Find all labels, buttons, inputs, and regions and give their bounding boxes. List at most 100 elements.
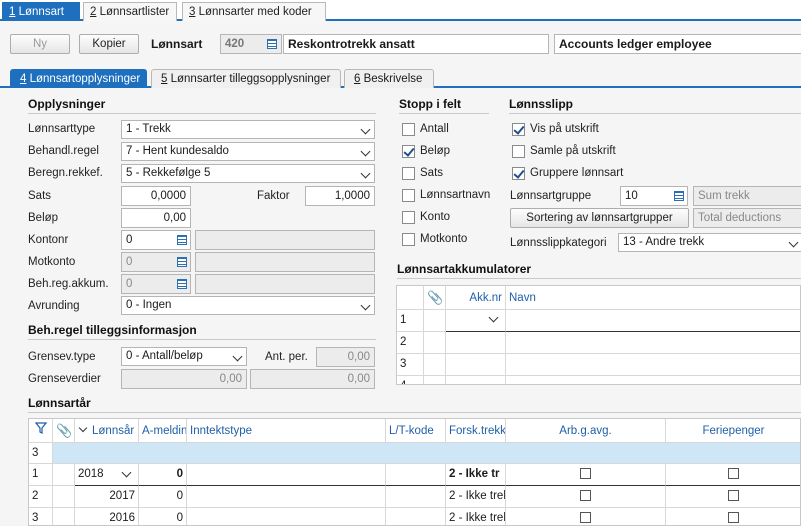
lt-kode-cell[interactable] <box>386 486 446 508</box>
tab-lonnsartopplysninger[interactable]: 4 Lønnsartopplysninger <box>10 69 147 88</box>
sats-field[interactable]: 0,0000 <box>121 186 191 206</box>
paperclip-icon[interactable]: 📎 <box>424 286 446 310</box>
tab-lonnsart[interactable]: 1 Lønnsart <box>2 2 80 21</box>
stopp-antall-checkbox[interactable] <box>402 123 415 136</box>
tab-lonnsarter-med-koder[interactable]: 3 Lønnsarter med koder <box>182 2 326 21</box>
grid-cell <box>424 376 446 384</box>
forsk-trekk-cell[interactable]: 2 - Ikke tr <box>446 464 506 486</box>
stopp-i-felt-title: Stopp i felt <box>399 97 461 111</box>
row-number: 3 <box>397 354 424 376</box>
feriepenger-checkbox[interactable] <box>666 464 800 486</box>
stopp-motkonto-label: Motkonto <box>420 233 468 245</box>
stopp-motkonto-checkbox[interactable] <box>402 233 415 246</box>
lt-kode-cell[interactable] <box>386 464 446 486</box>
lonnsartgruppe-name-field: Sum trekk <box>693 186 801 206</box>
tab-beskrivelse[interactable]: 6 Beskrivelse <box>344 69 434 88</box>
grensev-type-select[interactable]: 0 - Antall/beløp <box>121 347 247 366</box>
akkumulatorer-divider <box>397 278 801 279</box>
new-button[interactable]: Ny <box>10 34 70 54</box>
lonnsartar-divider <box>28 412 801 413</box>
lonnsarttype-select[interactable]: 1 - Trekk <box>121 120 375 139</box>
grid-corner <box>397 286 424 310</box>
copy-button[interactable]: Kopier <box>79 34 139 54</box>
arb-g-avg-checkbox[interactable] <box>506 464 666 486</box>
col-akknr[interactable]: Akk.nr <box>446 286 506 310</box>
lonnsslippkategori-label: Lønnsslippkategori <box>510 237 607 249</box>
tab-tilleggsopplysninger[interactable]: 5 Lønnsarter tilleggsopplysninger <box>151 69 341 88</box>
tillegg-title: Beh.regel tilleggsinformasjon <box>28 323 197 337</box>
lonnsslippkategori-select[interactable]: 13 - Andre trekk <box>618 233 801 252</box>
gruppere-lonnsart-checkbox[interactable] <box>512 167 525 180</box>
lonnsslipp-divider <box>509 113 801 114</box>
row-number: 2 <box>29 486 53 508</box>
grid-cell <box>506 376 800 384</box>
lonnsart-name-field[interactable]: Reskontrotrekk ansatt <box>283 34 549 54</box>
lonnsart-english-name-field[interactable]: Accounts ledger employee <box>554 34 801 54</box>
list-lookup-icon[interactable] <box>175 277 189 291</box>
lonnsar-cell[interactable]: 2017 <box>75 486 139 508</box>
sort-desc-icon <box>78 423 88 433</box>
a-melding-cell[interactable]: 0 <box>139 486 187 508</box>
new-row-bar[interactable] <box>53 443 800 464</box>
chevron-down-icon <box>360 146 371 157</box>
vis-pa-utskrift-checkbox[interactable] <box>512 123 525 136</box>
lonnsar-cell[interactable]: 2016 <box>75 508 139 525</box>
stopp-lonnsartnavn-checkbox[interactable] <box>402 189 415 202</box>
sats-label: Sats <box>28 190 52 202</box>
col-arb-g-avg[interactable]: Arb.g.avg. <box>506 419 666 443</box>
feriepenger-checkbox[interactable] <box>666 508 800 525</box>
lonnsar-select-cell[interactable]: 2018 <box>75 464 139 486</box>
col-navn[interactable]: Navn <box>506 286 800 310</box>
col-feriepenger[interactable]: Feriepenger <box>666 419 800 443</box>
tab-lonnsartlister[interactable]: 2 Lønnsartlister <box>83 2 177 21</box>
ant-per-field[interactable]: 0,00 <box>316 347 375 367</box>
lt-kode-cell[interactable] <box>386 508 446 525</box>
forsk-trekk-cell[interactable]: 2 - Ikke trek <box>446 508 506 525</box>
list-lookup-icon[interactable] <box>175 233 189 247</box>
a-melding-cell[interactable]: 0 <box>139 508 187 525</box>
kontonr-label: Kontonr <box>28 234 69 246</box>
avrunding-select[interactable]: 0 - Ingen <box>121 296 375 315</box>
lonnsartar-grid: 📎 Lønnsår A-meldin Inntektstype L/T-kode… <box>28 418 801 526</box>
grid-cell <box>446 332 506 354</box>
forsk-trekk-cell[interactable]: 2 - Ikke trek <box>446 486 506 508</box>
stopp-sats-checkbox[interactable] <box>402 167 415 180</box>
col-a-melding[interactable]: A-meldin <box>139 419 187 443</box>
behandl-regel-select[interactable]: 7 - Hent kundesaldo <box>121 142 375 161</box>
grenseverdi-2-field[interactable]: 0,00 <box>250 369 375 389</box>
belop-field[interactable]: 0,00 <box>121 208 191 228</box>
arb-g-avg-checkbox[interactable] <box>506 486 666 508</box>
beregn-rekkef-label: Beregn.rekkef. <box>28 167 103 179</box>
list-lookup-icon[interactable] <box>265 37 279 51</box>
feriepenger-checkbox[interactable] <box>666 486 800 508</box>
beregn-rekkef-select[interactable]: 5 - Rekkefølge 5 <box>121 164 375 183</box>
stopp-konto-checkbox[interactable] <box>402 211 415 224</box>
a-melding-cell[interactable]: 0 <box>139 464 187 486</box>
faktor-field[interactable]: 1,0000 <box>305 186 375 206</box>
stopp-divider <box>399 113 489 114</box>
list-lookup-icon[interactable] <box>175 255 189 269</box>
col-inntektstype[interactable]: Inntektstype <box>187 419 386 443</box>
beh-reg-akkum-name-field <box>195 274 375 294</box>
chevron-down-icon <box>788 237 799 248</box>
akknr-input-cell[interactable] <box>446 310 506 332</box>
grenseverdi-1-field[interactable]: 0,00 <box>121 369 247 389</box>
samle-pa-utskrift-checkbox[interactable] <box>512 145 525 158</box>
stopp-belop-label: Beløp <box>420 145 451 157</box>
sortering-lonnsartgrupper-button[interactable]: Sortering av lønnsartgrupper <box>510 208 689 228</box>
stopp-sats-label: Sats <box>420 167 444 179</box>
inntektstype-cell[interactable] <box>187 486 386 508</box>
list-lookup-icon[interactable] <box>672 189 686 203</box>
inntektstype-cell[interactable] <box>187 464 386 486</box>
paperclip-icon[interactable]: 📎 <box>53 419 75 443</box>
row-number: 2 <box>397 332 424 354</box>
col-forsk-trekk[interactable]: Forsk.trekk <box>446 419 506 443</box>
filter-icon[interactable] <box>29 419 53 443</box>
stopp-belop-checkbox[interactable] <box>402 145 415 158</box>
arb-g-avg-checkbox[interactable] <box>506 508 666 525</box>
chevron-down-icon <box>232 351 243 362</box>
col-lt-kode[interactable]: L/T-kode <box>386 419 446 443</box>
col-lonnsar[interactable]: Lønnsår <box>75 419 139 443</box>
inntektstype-cell[interactable] <box>187 508 386 525</box>
navn-cell[interactable] <box>506 310 800 332</box>
